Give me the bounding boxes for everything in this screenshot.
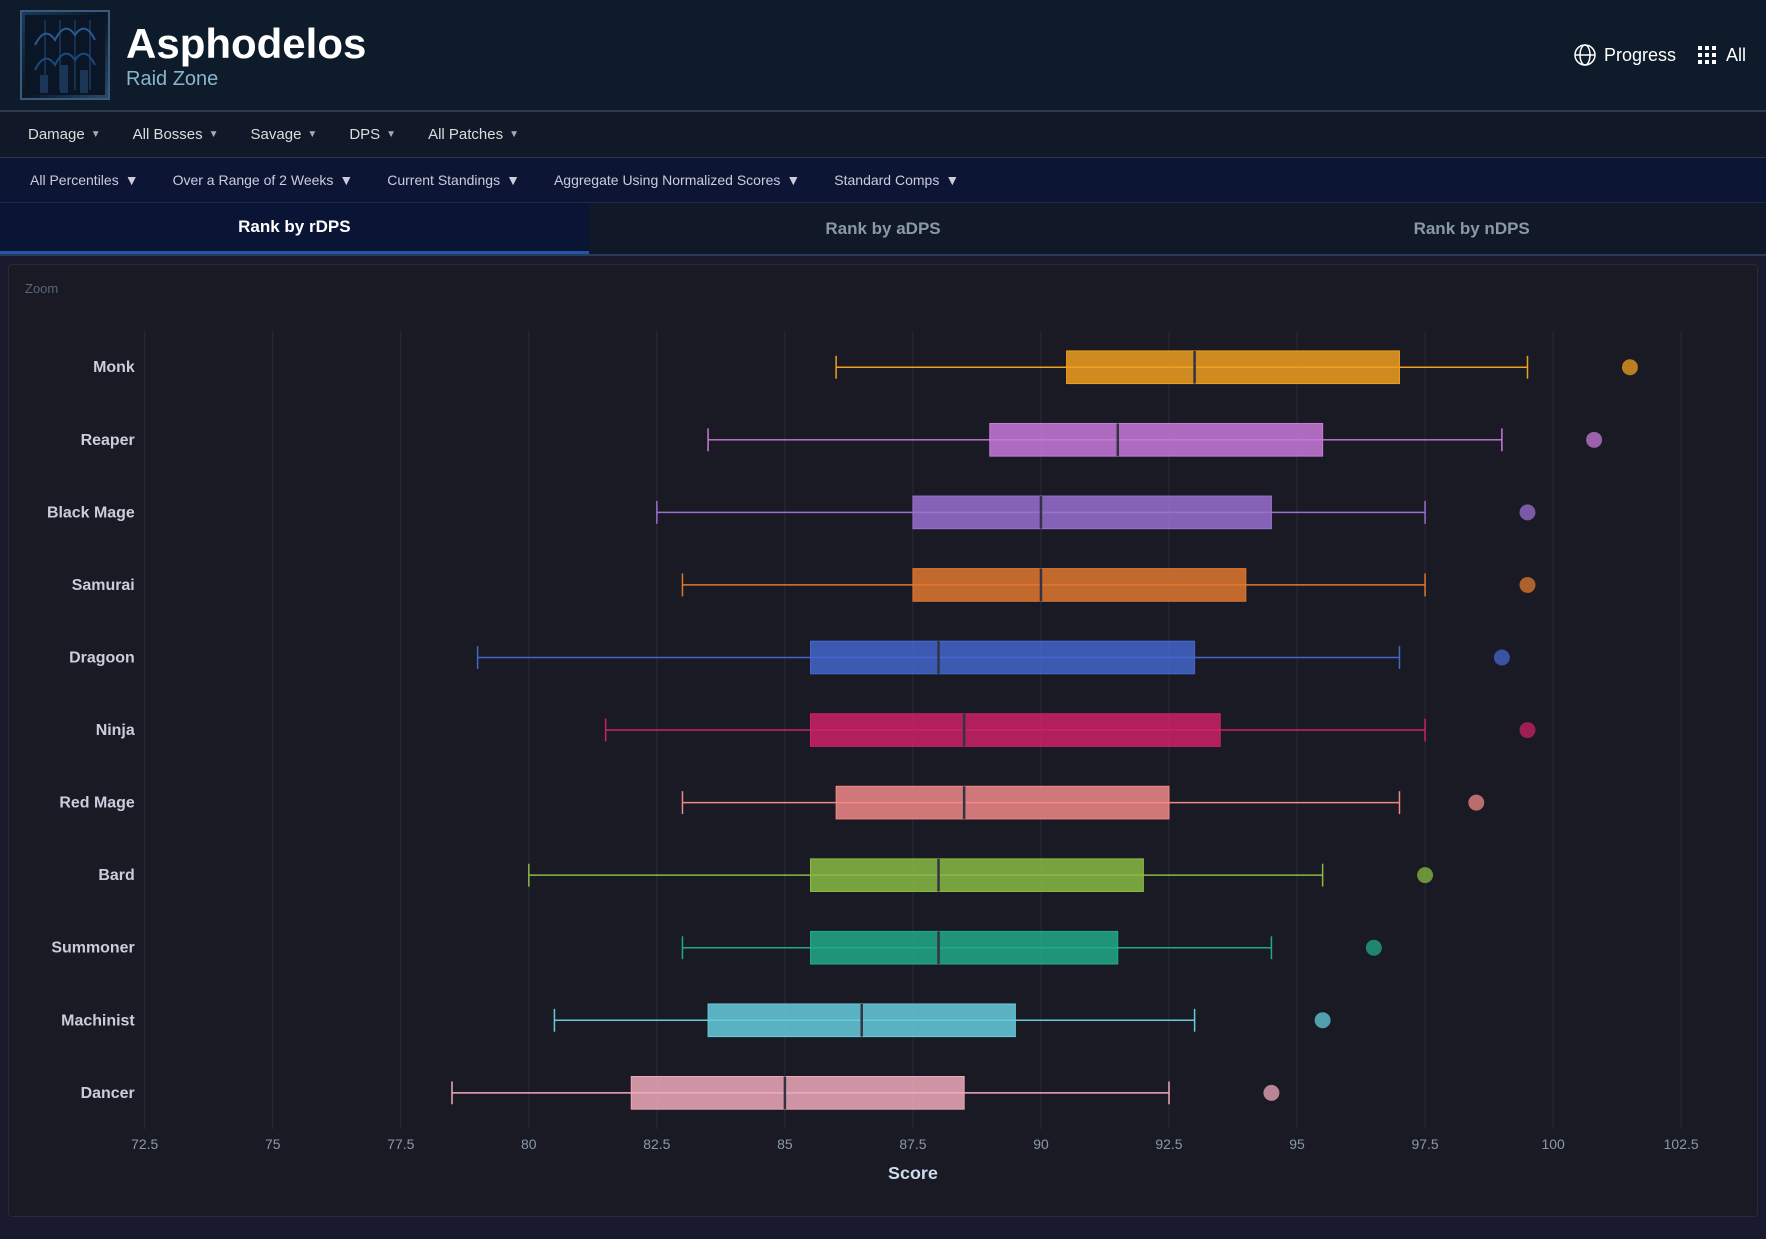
damage-filter[interactable]: Damage ▼ xyxy=(16,120,113,149)
aggregate-arrow: ▼ xyxy=(786,172,800,188)
svg-text:95: 95 xyxy=(1289,1136,1305,1152)
svg-text:Red Mage: Red Mage xyxy=(59,795,134,812)
all-button[interactable]: All xyxy=(1696,44,1746,66)
svg-text:92.5: 92.5 xyxy=(1155,1136,1182,1152)
standings-arrow: ▼ xyxy=(506,172,520,188)
comps-arrow: ▼ xyxy=(945,172,959,188)
svg-text:Black Mage: Black Mage xyxy=(47,504,135,521)
standings-filter[interactable]: Current Standings ▼ xyxy=(373,166,534,194)
percentiles-arrow: ▼ xyxy=(125,172,139,188)
aggregate-filter[interactable]: Aggregate Using Normalized Scores ▼ xyxy=(540,166,814,194)
svg-text:Bard: Bard xyxy=(98,867,134,884)
dps-arrow: ▼ xyxy=(386,129,396,140)
bosses-arrow: ▼ xyxy=(209,129,219,140)
header-title: Asphodelos Raid Zone xyxy=(126,20,366,91)
svg-text:82.5: 82.5 xyxy=(643,1136,670,1152)
svg-text:80: 80 xyxy=(521,1136,537,1152)
svg-text:90: 90 xyxy=(1033,1136,1049,1152)
percentiles-filter[interactable]: All Percentiles ▼ xyxy=(16,166,153,194)
svg-text:97.5: 97.5 xyxy=(1411,1136,1438,1152)
patches-filter[interactable]: All Patches ▼ xyxy=(416,120,531,149)
tab-rdps[interactable]: Rank by rDPS xyxy=(0,203,589,254)
savage-filter[interactable]: Savage ▼ xyxy=(239,120,330,149)
chart-area: Zoom 72.5 75 77.5 80 82.5 85 87.5 90 92.5 95 97.5 1… xyxy=(8,264,1758,1217)
svg-text:Reaper: Reaper xyxy=(81,432,135,449)
svg-text:85: 85 xyxy=(777,1136,793,1152)
svg-text:Machinist: Machinist xyxy=(61,1012,135,1029)
svg-text:75: 75 xyxy=(265,1136,281,1152)
svg-text:102.5: 102.5 xyxy=(1664,1136,1699,1152)
svg-text:Ninja: Ninja xyxy=(96,722,135,739)
zone-type: Raid Zone xyxy=(126,68,366,91)
all-label: All xyxy=(1726,45,1746,66)
range-arrow: ▼ xyxy=(339,172,353,188)
svg-text:77.5: 77.5 xyxy=(387,1136,414,1152)
svg-text:Summoner: Summoner xyxy=(51,940,134,957)
bosses-filter[interactable]: All Bosses ▼ xyxy=(121,120,231,149)
progress-button[interactable]: Progress xyxy=(1574,44,1676,66)
tab-adps[interactable]: Rank by aDPS xyxy=(589,203,1178,254)
progress-label: Progress xyxy=(1604,45,1676,66)
rank-tabs: Rank by rDPS Rank by aDPS Rank by nDPS xyxy=(0,203,1766,256)
comps-filter[interactable]: Standard Comps ▼ xyxy=(820,166,973,194)
chart-container: 72.5 75 77.5 80 82.5 85 87.5 90 92.5 95 97.5 100 102… xyxy=(25,300,1741,1200)
zone-icon xyxy=(20,10,110,100)
patches-arrow: ▼ xyxy=(509,129,519,140)
filterbar: All Percentiles ▼ Over a Range of 2 Week… xyxy=(0,158,1766,203)
globe-icon xyxy=(1574,44,1596,66)
svg-text:87.5: 87.5 xyxy=(899,1136,926,1152)
svg-text:72.5: 72.5 xyxy=(131,1136,158,1152)
svg-text:Score: Score xyxy=(888,1163,938,1183)
grid-icon xyxy=(1696,44,1718,66)
toolbar: Damage ▼ All Bosses ▼ Savage ▼ DPS ▼ All… xyxy=(0,112,1766,158)
svg-text:Dragoon: Dragoon xyxy=(69,649,135,666)
range-filter[interactable]: Over a Range of 2 Weeks ▼ xyxy=(159,166,368,194)
svg-text:100: 100 xyxy=(1541,1136,1565,1152)
header-right: Progress All xyxy=(1574,44,1746,66)
damage-arrow: ▼ xyxy=(91,129,101,140)
box-plot-chart: 72.5 75 77.5 80 82.5 85 87.5 90 92.5 95 97.5 100 102… xyxy=(25,300,1741,1200)
svg-text:Dancer: Dancer xyxy=(81,1085,135,1102)
zoom-label: Zoom xyxy=(25,281,1741,296)
page-header: Asphodelos Raid Zone Progress xyxy=(0,0,1766,112)
svg-text:Samurai: Samurai xyxy=(72,577,135,594)
zone-name: Asphodelos xyxy=(126,20,366,68)
tab-ndps[interactable]: Rank by nDPS xyxy=(1177,203,1766,254)
dps-filter[interactable]: DPS ▼ xyxy=(337,120,408,149)
header-left: Asphodelos Raid Zone xyxy=(20,10,366,100)
svg-text:Monk: Monk xyxy=(93,359,135,376)
savage-arrow: ▼ xyxy=(307,129,317,140)
